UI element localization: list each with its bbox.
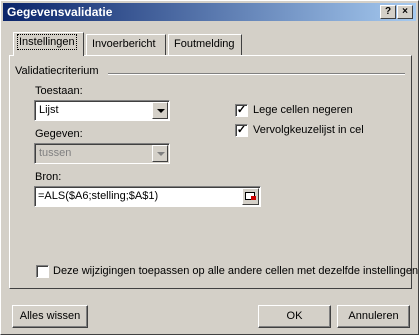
group-label: Validatiecriterium: [15, 65, 99, 77]
ok-button[interactable]: OK: [258, 305, 331, 328]
tab-foutmelding[interactable]: Foutmelding: [168, 34, 242, 55]
gegeven-select[interactable]: tussen: [34, 143, 170, 164]
window-title: Gegevensvalidatie: [7, 5, 113, 19]
tab-label: Invoerbericht: [92, 38, 156, 50]
tab-instellingen[interactable]: Instellingen: [13, 32, 84, 56]
title-bar[interactable]: Gegevensvalidatie ? ×: [3, 3, 416, 21]
tab-label: Instellingen: [17, 34, 77, 50]
tab-invoerbericht[interactable]: Invoerbericht: [86, 34, 166, 55]
cancel-button[interactable]: Annuleren: [337, 305, 410, 328]
lege-cellen-checkbox[interactable]: ✓: [235, 104, 248, 117]
range-select-marker: [251, 196, 256, 200]
gegeven-value: tussen: [39, 147, 72, 159]
tab-label: Foutmelding: [174, 38, 235, 50]
help-button[interactable]: ?: [380, 5, 396, 19]
lege-cellen-label: Lege cellen negeren: [253, 104, 353, 116]
gegeven-dropdown-button[interactable]: [152, 145, 168, 162]
toestaan-label: Toestaan:: [35, 85, 83, 97]
bron-label: Bron:: [35, 171, 62, 183]
apply-all-checkbox[interactable]: [36, 265, 49, 278]
close-button[interactable]: ×: [397, 5, 413, 19]
chevron-down-icon: [157, 109, 165, 113]
apply-all-label: Deze wijzigingen toepassen op alle ander…: [53, 265, 419, 277]
clear-all-button[interactable]: Alles wissen: [12, 305, 88, 328]
bron-value: =ALS($A6;stelling;$A$1): [38, 190, 159, 202]
range-picker-button[interactable]: [242, 188, 259, 205]
bron-input[interactable]: =ALS($A6;stelling;$A$1): [34, 186, 261, 207]
vervolgkeuzelijst-checkbox[interactable]: ✓: [235, 124, 248, 137]
chevron-down-icon: [157, 152, 165, 156]
toestaan-value: Lijst: [39, 104, 59, 116]
gegeven-label: Gegeven:: [35, 128, 83, 140]
toestaan-dropdown-button[interactable]: [152, 102, 168, 119]
vervolgkeuzelijst-label: Vervolgkeuzelijst in cel: [253, 124, 364, 136]
data-validation-dialog: Gegevensvalidatie ? × Instellingen Invoe…: [0, 0, 419, 335]
group-divider: [108, 73, 405, 75]
toestaan-select[interactable]: Lijst: [34, 100, 170, 121]
